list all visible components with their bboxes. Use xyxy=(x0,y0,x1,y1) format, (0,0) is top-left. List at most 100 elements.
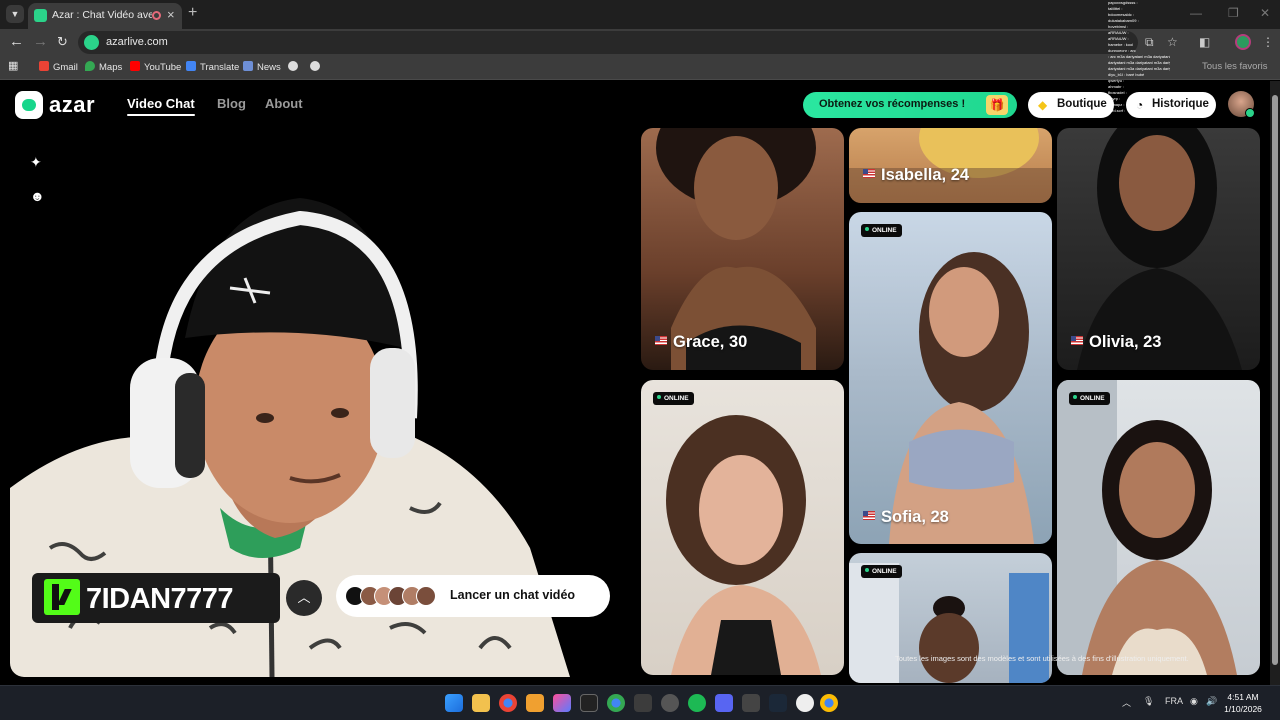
close-tab-icon[interactable]: × xyxy=(167,7,175,22)
streamer-name: 7IDAN7777 xyxy=(86,583,234,615)
all-bookmarks[interactable]: Tous les favoris xyxy=(1202,61,1267,72)
tab-title: Azar : Chat Vidéo avec de n xyxy=(52,9,152,21)
bookmark-news[interactable]: News xyxy=(243,61,281,73)
chrome-icon[interactable] xyxy=(499,694,517,712)
start-icon[interactable] xyxy=(445,694,463,712)
online-badge: ONLINE xyxy=(861,224,902,237)
steam-icon[interactable] xyxy=(769,694,787,712)
streamer-overlay: 7IDAN7777 xyxy=(32,573,280,623)
chrome-active-icon[interactable] xyxy=(607,694,625,712)
bookmark-gmail[interactable]: Gmail xyxy=(39,61,78,73)
gift-icon: 🎁 xyxy=(986,95,1008,115)
news-icon xyxy=(243,61,253,71)
nav-blog[interactable]: Blog xyxy=(217,96,246,111)
new-tab-icon[interactable]: + xyxy=(188,4,197,22)
launch-video-chat-button[interactable]: Lancer un chat vidéo xyxy=(336,575,610,617)
nav-video-chat[interactable]: Video Chat xyxy=(127,96,195,116)
bookmark-globe-1-icon[interactable] xyxy=(288,61,302,73)
face-filter-icon[interactable]: ☻ xyxy=(30,188,45,204)
bookmark-globe-2-icon[interactable] xyxy=(310,61,324,73)
gmail-icon xyxy=(39,61,49,71)
youtube-icon xyxy=(130,61,140,71)
spotify-icon[interactable] xyxy=(688,694,706,712)
bookmark-maps[interactable]: Maps xyxy=(85,61,122,73)
microphone-icon[interactable]: 🎙 xyxy=(1143,696,1154,707)
azar-favicon-icon xyxy=(34,9,47,22)
minimize-icon[interactable]: — xyxy=(1190,6,1202,20)
volume-icon[interactable]: 🔊 xyxy=(1206,696,1217,707)
file-explorer-icon[interactable] xyxy=(472,694,490,712)
app-media-icon[interactable] xyxy=(553,694,571,712)
omnibox[interactable]: azarlive.com xyxy=(78,31,1138,54)
profile-card-online-1[interactable]: ONLINE xyxy=(641,380,844,675)
restore-icon[interactable]: ❐ xyxy=(1228,6,1239,20)
language-indicator[interactable]: FRA xyxy=(1165,696,1183,706)
expand-options-button[interactable]: ︿ xyxy=(286,580,322,616)
rewards-button[interactable]: Obtenez vos récompenses ! 🎁 xyxy=(803,92,1017,118)
tab-search-icon[interactable]: ▼ xyxy=(6,5,24,23)
profile-name: Isabella, 24 xyxy=(863,166,969,185)
profile-card-olivia[interactable]: Olivia, 23 xyxy=(1057,128,1260,370)
azar-page: azar Video Chat Blog About Obtenez vos r… xyxy=(0,81,1270,685)
profile-card-isabella[interactable]: Isabella, 24 xyxy=(849,128,1052,203)
address-bar-row: ← → ↻ azarlive.com ⧉ ☆ ◧ ⋮ xyxy=(0,29,1280,56)
tray-chevron-icon[interactable]: ︿ xyxy=(1122,696,1131,709)
network-icon[interactable]: ◉ xyxy=(1190,696,1198,707)
bookmark-translate[interactable]: Translate xyxy=(186,61,239,73)
us-flag-icon xyxy=(863,169,875,178)
apps-grid-icon[interactable]: ▦ xyxy=(8,59,18,72)
shop-button[interactable]: ◆ Boutique xyxy=(1028,92,1114,118)
site-info-icon[interactable] xyxy=(84,35,99,50)
app-n-icon[interactable] xyxy=(580,694,598,712)
close-window-icon[interactable]: ✕ xyxy=(1260,6,1270,20)
back-icon[interactable]: ← xyxy=(9,33,24,50)
app-game-icon[interactable] xyxy=(742,694,760,712)
app-terminal-icon[interactable] xyxy=(634,694,652,712)
xbox-icon[interactable] xyxy=(796,694,814,712)
profile-photo xyxy=(1057,380,1237,675)
profile-photo xyxy=(666,415,821,675)
profile-card-grace[interactable]: Grace, 30 xyxy=(641,128,844,370)
stream-chat-overlay: papoxxsgdssss : taiiilttel : bdoomesaldc… xyxy=(1108,0,1170,113)
online-badge: ONLINE xyxy=(1069,392,1110,405)
menu-icon[interactable]: ⋮ xyxy=(1262,35,1274,49)
profile-photo xyxy=(889,252,1034,544)
bookmark-youtube[interactable]: YouTube xyxy=(130,61,181,73)
online-badge: ONLINE xyxy=(861,565,902,578)
image-disclaimer: Toutes les images sont des modèles et so… xyxy=(895,654,1189,663)
app-a-icon[interactable] xyxy=(526,694,544,712)
chrome-2-icon[interactable] xyxy=(820,694,838,712)
recording-indicator-icon xyxy=(152,11,161,20)
maps-icon xyxy=(85,61,95,71)
profile-name: Olivia, 23 xyxy=(1071,333,1161,352)
browser-tab-strip: ▼ Azar : Chat Vidéo avec de n × + — ❐ ✕ xyxy=(0,0,1280,29)
profile-name: Grace, 30 xyxy=(655,333,747,352)
forward-icon[interactable]: → xyxy=(33,33,48,50)
profile-name: Sofia, 28 xyxy=(863,508,949,527)
profile-card-sofia[interactable]: ONLINE Sofia, 28 xyxy=(849,212,1052,544)
clock-time: 4:51 AM xyxy=(1227,692,1259,702)
rewards-label: Obtenez vos récompenses ! xyxy=(819,98,966,110)
obs-icon[interactable] xyxy=(661,694,679,712)
clock-date: 1/10/2026 xyxy=(1224,704,1262,714)
page-scrollbar[interactable] xyxy=(1270,81,1280,685)
user-avatar[interactable] xyxy=(1228,91,1255,118)
scrollbar-thumb[interactable] xyxy=(1272,95,1278,665)
nav-about[interactable]: About xyxy=(265,96,303,111)
us-flag-icon xyxy=(863,511,875,520)
translate-icon xyxy=(186,61,196,71)
sparkle-effects-icon[interactable]: ✦ xyxy=(30,154,42,171)
profile-card-online-2[interactable]: ONLINE xyxy=(1057,380,1260,675)
reload-icon[interactable]: ↻ xyxy=(57,34,68,50)
profile-avatar-icon[interactable] xyxy=(1235,34,1251,50)
url-text: azarlive.com xyxy=(106,36,168,48)
online-badge: ONLINE xyxy=(653,392,694,405)
profile-card-online-3[interactable]: ONLINE xyxy=(849,553,1052,683)
windows-taskbar: ︿ 🎙 FRA ◉ 🔊 4:51 AM 1/10/2026 xyxy=(0,685,1280,720)
system-clock[interactable]: 4:51 AM 1/10/2026 xyxy=(1218,691,1268,715)
browser-tab-azar[interactable]: Azar : Chat Vidéo avec de n × xyxy=(28,3,182,29)
azar-logo[interactable]: azar xyxy=(15,91,105,119)
shop-label: Boutique xyxy=(1057,98,1107,110)
extensions-icon[interactable]: ◧ xyxy=(1199,35,1210,49)
discord-icon[interactable] xyxy=(715,694,733,712)
